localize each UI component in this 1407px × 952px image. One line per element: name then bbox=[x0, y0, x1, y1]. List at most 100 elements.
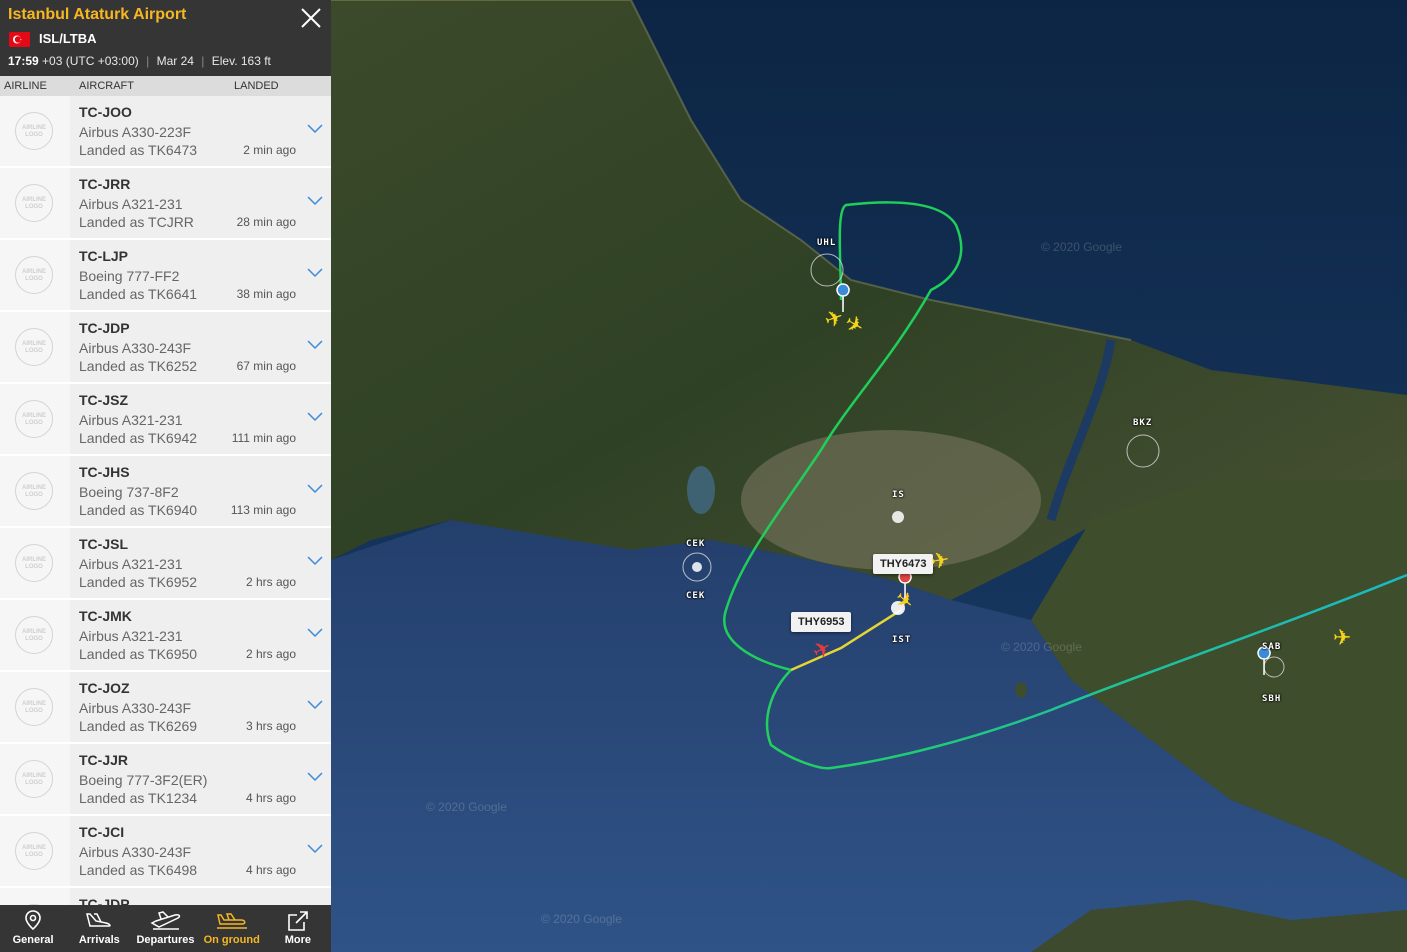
airport-label-cek-2: CEK bbox=[686, 591, 706, 601]
aircraft-icon[interactable]: ✈ bbox=[1333, 627, 1351, 649]
chevron-down-icon[interactable] bbox=[307, 340, 323, 350]
chevron-down-icon[interactable] bbox=[307, 628, 323, 638]
airline-logo-cell: AIRLINE LOGO bbox=[0, 600, 70, 670]
nav-label: Departures bbox=[136, 934, 195, 946]
aircraft-registration: TC-JOZ bbox=[79, 680, 130, 696]
airport-code: ISL/LTBA bbox=[39, 31, 97, 46]
aircraft-icon[interactable]: ✈ bbox=[929, 547, 951, 575]
landed-as: Landed as TK1234 bbox=[79, 790, 198, 806]
close-icon[interactable] bbox=[299, 6, 323, 30]
chevron-down-icon[interactable] bbox=[307, 556, 323, 566]
list-column-headers: AIRLINE AIRCRAFT LANDED bbox=[0, 76, 331, 96]
aircraft-registration: TC-JSL bbox=[79, 536, 128, 552]
column-aircraft: AIRCRAFT bbox=[79, 80, 134, 92]
airport-label-cek: CEK bbox=[686, 539, 706, 549]
aircraft-row[interactable]: AIRLINE LOGO TC-JDP Airbus A330-243F Landed… bbox=[0, 312, 331, 382]
airline-logo-placeholder: AIRLINE LOGO bbox=[15, 256, 53, 294]
airport-panel: Istanbul Ataturk Airport ISL/LTBA 17:59 … bbox=[0, 0, 331, 952]
airport-name: Istanbul Ataturk Airport bbox=[8, 6, 187, 23]
landed-as: Landed as TK6950 bbox=[79, 646, 198, 662]
airline-logo-placeholder: AIRLINE LOGO bbox=[15, 112, 53, 150]
aircraft-row[interactable]: AIRLINE LOGO TC-JOO Airbus A330-223F Landed… bbox=[0, 96, 331, 166]
airport-label-uhl: UHL bbox=[817, 238, 837, 248]
aircraft-registration: TC-JCI bbox=[79, 824, 125, 840]
on-ground-list[interactable]: AIRLINE LOGO TC-JOO Airbus A330-223F Landed… bbox=[0, 96, 331, 905]
date: Mar 24 bbox=[156, 54, 194, 68]
aircraft-type: Airbus A330-243F bbox=[79, 340, 192, 356]
aircraft-type: Boeing 737-8F2 bbox=[79, 484, 179, 500]
chevron-down-icon[interactable] bbox=[307, 700, 323, 710]
chevron-down-icon[interactable] bbox=[307, 484, 323, 494]
aircraft-registration: TC-JJR bbox=[79, 752, 129, 768]
airline-logo-cell: AIRLINE LOGO bbox=[0, 672, 70, 742]
nav-arrivals[interactable]: Arrivals bbox=[66, 905, 132, 952]
flight-tracker-window: UHL BKZ IS CEK CEK IST SAB SBH THY6473 T… bbox=[0, 0, 1407, 952]
column-landed: LANDED bbox=[234, 80, 279, 92]
aircraft-registration: TC-JMK bbox=[79, 608, 132, 624]
aircraft-row[interactable]: AIRLINE LOGO TC-LJP Boeing 777-FF2 Landed a… bbox=[0, 240, 331, 310]
aircraft-type: Airbus A330-243F bbox=[79, 700, 192, 716]
airport-header: Istanbul Ataturk Airport ISL/LTBA 17:59 … bbox=[0, 0, 331, 76]
aircraft-row[interactable]: AIRLINE LOGO TC-JOZ Airbus A330-243F Landed… bbox=[0, 672, 331, 742]
chevron-down-icon[interactable] bbox=[307, 412, 323, 422]
nav-more[interactable]: More bbox=[265, 905, 331, 952]
map-watermark: © 2020 Google bbox=[1001, 640, 1082, 654]
airline-logo-cell: AIRLINE LOGO bbox=[0, 816, 70, 886]
nav-label: Arrivals bbox=[78, 934, 120, 946]
aircraft-type: Airbus A321-231 bbox=[79, 628, 183, 644]
airline-logo-cell: AIRLINE LOGO bbox=[0, 240, 70, 310]
nav-label: More bbox=[284, 934, 312, 946]
landed-as: Landed as TK6940 bbox=[79, 502, 198, 518]
landed-time-ago: 4 hrs ago bbox=[245, 863, 296, 877]
elevation: Elev. 163 ft bbox=[211, 54, 271, 68]
airline-logo-placeholder: AIRLINE LOGO bbox=[15, 616, 53, 654]
landed-time-ago: 4 hrs ago bbox=[245, 791, 296, 805]
aircraft-row[interactable]: AIRLINE LOGO TC-JHS Boeing 737-8F2 Landed a… bbox=[0, 456, 331, 526]
callsign-thy6473[interactable]: THY6473 bbox=[873, 554, 934, 574]
aircraft-row[interactable]: AIRLINE LOGO TC-JRR Airbus A321-231 Landed … bbox=[0, 168, 331, 238]
chevron-down-icon[interactable] bbox=[307, 196, 323, 206]
aircraft-type: Boeing 777-3F2(ER) bbox=[79, 772, 208, 788]
nav-label: On ground bbox=[203, 934, 260, 946]
map-watermark: © 2020 Google bbox=[541, 912, 622, 926]
chevron-down-icon[interactable] bbox=[307, 268, 323, 278]
landed-time-ago: 2 hrs ago bbox=[245, 575, 296, 589]
airline-logo-placeholder: AIRLINE LOGO bbox=[15, 760, 53, 798]
nav-label: General bbox=[12, 934, 54, 946]
nav-general[interactable]: General bbox=[0, 905, 66, 952]
aircraft-row[interactable]: AIRLINE LOGO TC-JJR Boeing 777-3F2(ER) Land… bbox=[0, 744, 331, 814]
callsign-thy6953[interactable]: THY6953 bbox=[791, 612, 852, 632]
landed-as: Landed as TK6641 bbox=[79, 286, 198, 302]
ground-plane-icon bbox=[216, 913, 247, 929]
local-time: 17:59 bbox=[8, 54, 39, 68]
airline-logo-placeholder: AIRLINE LOGO bbox=[15, 472, 53, 510]
chevron-down-icon[interactable] bbox=[307, 772, 323, 782]
landed-time-ago: 113 min ago bbox=[230, 503, 296, 517]
airline-logo-cell: AIRLINE LOGO bbox=[0, 528, 70, 598]
share-icon bbox=[288, 911, 308, 931]
aircraft-row[interactable]: AIRLINE LOGO TC-JCI Airbus A330-243F Landed… bbox=[0, 816, 331, 886]
aircraft-row[interactable]: AIRLINE LOGO TC-JSL Airbus A321-231 Landed … bbox=[0, 528, 331, 598]
landed-as: Landed as TCJRR bbox=[79, 214, 194, 230]
turkey-flag-icon bbox=[9, 32, 30, 47]
aircraft-registration: TC-JSZ bbox=[79, 392, 128, 408]
chevron-down-icon[interactable] bbox=[307, 844, 323, 854]
nav-departures[interactable]: Departures bbox=[132, 905, 198, 952]
airport-label-bkz: BKZ bbox=[1133, 418, 1153, 428]
timezone: +03 (UTC +03:00) bbox=[42, 54, 139, 68]
pin-icon bbox=[25, 910, 41, 930]
aircraft-type: Airbus A321-231 bbox=[79, 196, 183, 212]
aircraft-row[interactable]: AIRLINE LOGO TC-JDP bbox=[0, 888, 331, 905]
chevron-down-icon[interactable] bbox=[307, 124, 323, 134]
map-view[interactable]: UHL BKZ IS CEK CEK IST SAB SBH THY6473 T… bbox=[331, 0, 1407, 952]
airline-logo-placeholder: AIRLINE LOGO bbox=[15, 400, 53, 438]
aircraft-type: Airbus A321-231 bbox=[79, 556, 183, 572]
nav-on-ground[interactable]: On ground bbox=[199, 905, 265, 952]
airport-info: 17:59 +03 (UTC +03:00) | Mar 24 | Elev. … bbox=[8, 54, 271, 68]
map-watermark: © 2020 Google bbox=[426, 800, 507, 814]
landed-time-ago: 28 min ago bbox=[236, 215, 296, 229]
aircraft-row[interactable]: AIRLINE LOGO TC-JMK Airbus A321-231 Landed … bbox=[0, 600, 331, 670]
landed-time-ago: 2 hrs ago bbox=[245, 647, 296, 661]
aircraft-row[interactable]: AIRLINE LOGO TC-JSZ Airbus A321-231 Landed … bbox=[0, 384, 331, 454]
landed-as: Landed as TK6942 bbox=[79, 430, 198, 446]
